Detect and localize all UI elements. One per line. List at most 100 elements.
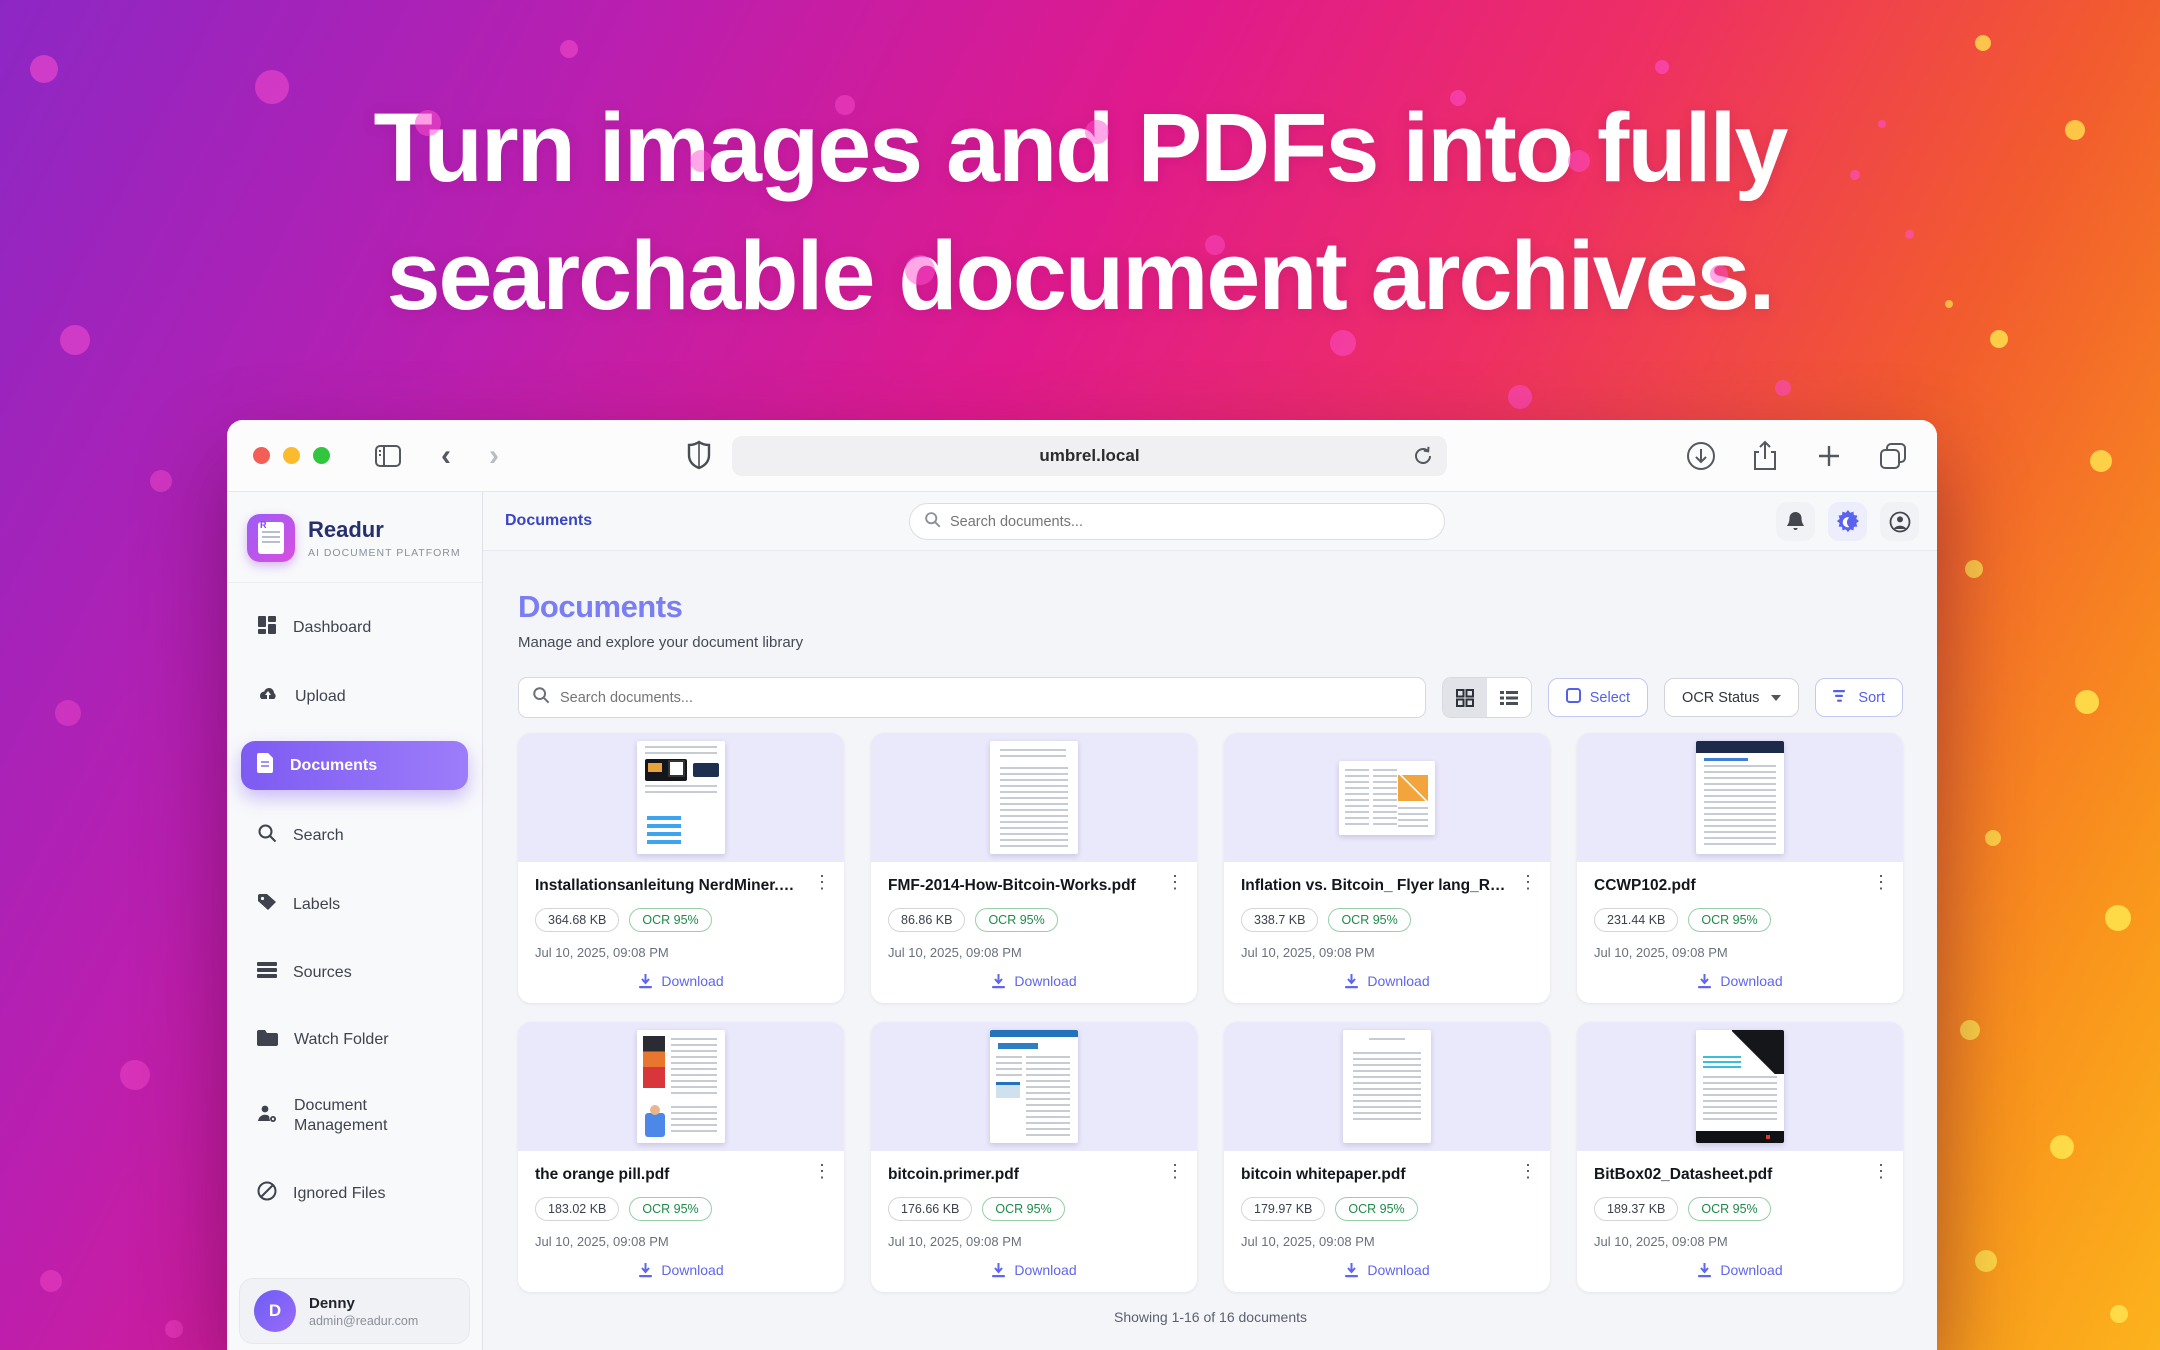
sort-lines-icon [1833,690,1849,706]
documents-toolbar: Select OCR Status Sort [518,677,1903,718]
document-card[interactable]: bitcoin.primer.pdf ⋮ 176.66 KBOCR 95% Ju… [871,1022,1197,1292]
download-link[interactable]: Download [1241,973,1533,989]
ocr-status-dropdown[interactable]: OCR Status [1664,678,1799,717]
grid-view-button[interactable] [1443,678,1487,717]
download-link[interactable]: Download [1594,973,1886,989]
bg-dot [2090,450,2112,472]
user-card[interactable]: D Denny admin@readur.com [239,1278,470,1344]
brand: Readur AI DOCUMENT PLATFORM [227,492,482,583]
browser-toolbar: ‹ › umbrel.local [227,420,1937,492]
breadcrumb[interactable]: Documents [505,512,592,530]
sources-list-icon [257,961,277,984]
document-card[interactable]: CCWP102.pdf ⋮ 231.44 KBOCR 95% Jul 10, 2… [1577,733,1903,1003]
bg-dot [30,55,58,83]
documents-search[interactable] [518,677,1426,718]
more-options-icon[interactable]: ⋮ [813,1162,831,1180]
checkbox-icon [1566,688,1581,707]
document-card[interactable]: Installationsanleitung NerdMiner.pdf ⋮ 3… [518,733,844,1003]
documents-search-input[interactable] [560,690,1412,706]
more-options-icon[interactable]: ⋮ [1519,873,1537,891]
doc-name: BitBox02_Datasheet.pdf [1594,1166,1886,1184]
new-tab-icon[interactable] [1809,436,1849,476]
document-card[interactable]: the orange pill.pdf ⋮ 183.02 KBOCR 95% J… [518,1022,844,1292]
bg-dot [40,1270,62,1292]
download-link[interactable]: Download [1241,1262,1533,1278]
document-card[interactable]: FMF-2014-How-Bitcoin-Works.pdf ⋮ 86.86 K… [871,733,1197,1003]
ocr-badge: OCR 95% [1688,908,1770,932]
sort-button[interactable]: Sort [1815,678,1903,717]
sidebar-item-sources[interactable]: Sources [241,949,468,996]
sidebar-item-watch-folder[interactable]: Watch Folder [241,1017,468,1063]
sidebar-item-labels[interactable]: Labels [241,881,468,928]
list-view-button[interactable] [1487,678,1531,717]
sidebar-item-search[interactable]: Search [241,811,468,860]
readur-app: Readur AI DOCUMENT PLATFORM Dashboard Up… [227,492,1937,1350]
sidebar-item-documents[interactable]: Documents [241,741,468,790]
hero-headline: Turn images and PDFs into fully searchab… [0,84,2160,340]
browser-sidebar-toggle-icon[interactable] [368,436,408,476]
size-badge: 231.44 KB [1594,908,1678,932]
downloads-icon[interactable] [1681,436,1721,476]
more-options-icon[interactable]: ⋮ [1872,1162,1890,1180]
doc-date: Jul 10, 2025, 09:08 PM [1594,945,1886,960]
more-options-icon[interactable]: ⋮ [1519,1162,1537,1180]
sidebar-item-dashboard[interactable]: Dashboard [241,603,468,652]
user-name: Denny [309,1295,418,1312]
download-link[interactable]: Download [535,973,827,989]
app-bar-actions [1776,502,1919,541]
ocr-badge: OCR 95% [1328,908,1410,932]
doc-thumbnail [1577,733,1903,862]
ocr-badge: OCR 95% [629,1197,711,1221]
bg-dot [1508,385,1532,409]
tab-overview-icon[interactable] [1873,436,1913,476]
doc-name: the orange pill.pdf [535,1166,827,1184]
bg-dot [165,1320,183,1338]
global-search-input[interactable] [950,514,1430,530]
results-summary: Showing 1-16 of 16 documents [518,1292,1903,1335]
more-options-icon[interactable]: ⋮ [813,873,831,891]
bg-dot [1775,380,1791,396]
ocr-badge: OCR 95% [975,908,1057,932]
select-button[interactable]: Select [1548,678,1648,717]
minimize-window-button[interactable] [283,447,300,464]
ocr-badge: OCR 95% [1335,1197,1417,1221]
privacy-shield-icon[interactable] [687,440,711,475]
theme-moon-icon[interactable] [1828,502,1867,541]
address-bar[interactable]: umbrel.local [732,436,1447,476]
more-options-icon[interactable]: ⋮ [1166,873,1184,891]
doc-date: Jul 10, 2025, 09:08 PM [888,945,1180,960]
doc-date: Jul 10, 2025, 09:08 PM [1594,1234,1886,1249]
download-link[interactable]: Download [888,973,1180,989]
sidebar-item-upload[interactable]: Upload [241,673,468,720]
bg-dot [2105,905,2131,931]
bell-icon[interactable] [1776,502,1815,541]
doc-thumbnail [518,1022,844,1151]
doc-name: bitcoin whitepaper.pdf [1241,1166,1533,1184]
bg-dot [150,470,172,492]
more-options-icon[interactable]: ⋮ [1872,873,1890,891]
more-options-icon[interactable]: ⋮ [1166,1162,1184,1180]
bg-dot [120,1060,150,1090]
dashboard-grid-icon [257,615,277,640]
bg-dot [1655,60,1669,74]
sidebar-item-ignored-files[interactable]: Ignored Files [241,1169,468,1218]
size-badge: 179.97 KB [1241,1197,1325,1221]
bg-dot [1975,1250,1997,1272]
document-card[interactable]: Inflation vs. Bitcoin_ Flyer lang_RGB.pd… [1224,733,1550,1003]
download-link[interactable]: Download [535,1262,827,1278]
account-icon[interactable] [1880,502,1919,541]
download-link[interactable]: Download [888,1262,1180,1278]
close-window-button[interactable] [253,447,270,464]
sidebar-item-document-management[interactable]: Document Management [241,1084,468,1148]
document-card[interactable]: BitBox02_Datasheet.pdf ⋮ 189.37 KBOCR 95… [1577,1022,1903,1292]
doc-name: bitcoin.primer.pdf [888,1166,1180,1184]
share-icon[interactable] [1745,436,1785,476]
bg-dot [560,40,578,58]
back-button[interactable]: ‹ [426,436,466,476]
download-link[interactable]: Download [1594,1262,1886,1278]
reload-icon[interactable] [1411,444,1435,473]
global-search[interactable] [909,503,1445,540]
zoom-window-button[interactable] [313,447,330,464]
forward-button[interactable]: › [474,436,514,476]
document-card[interactable]: bitcoin whitepaper.pdf ⋮ 179.97 KB OCR 95… [1224,1022,1550,1292]
